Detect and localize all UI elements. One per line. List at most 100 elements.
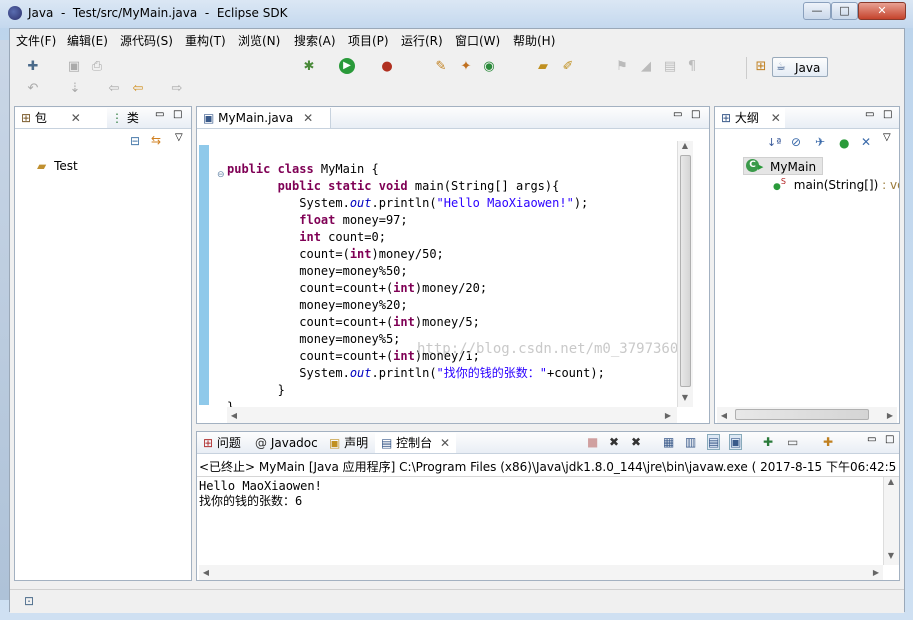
tab-problems[interactable]: ⊞ 问题 — [197, 433, 247, 453]
menu-refactor[interactable]: 重构(T) — [185, 32, 226, 49]
editor-vertical-scrollbar[interactable]: ▲ ▼ — [677, 141, 693, 407]
word-wrap-icon[interactable]: ▤ — [707, 434, 721, 450]
close-icon[interactable]: ✕ — [771, 111, 781, 125]
tab-outline[interactable]: ⊞ 大纲 ✕ — [715, 108, 785, 128]
editor-area: ▣ MyMain.java ✕ ▭ □ ⊖ public class MyMai… — [196, 106, 710, 424]
console-icon: ▤ — [381, 436, 393, 450]
tree-item-test[interactable]: ▰ Test — [37, 159, 78, 175]
close-icon[interactable]: ✕ — [440, 436, 450, 450]
scroll-lock-icon[interactable]: ▥ — [685, 435, 696, 449]
menu-window[interactable]: 窗口(W) — [455, 32, 500, 49]
hide-static-icon[interactable]: ✈ — [815, 135, 825, 149]
scroll-thumb[interactable] — [735, 409, 869, 420]
maximize-button[interactable]: □ — [831, 2, 858, 20]
menu-project[interactable]: 项目(P) — [348, 32, 389, 49]
menu-edit[interactable]: 编辑(E) — [67, 32, 108, 49]
last-edit-icon[interactable]: ⇦ — [105, 81, 123, 97]
scroll-left-icon: ◀ — [230, 411, 238, 420]
close-button[interactable]: ✕ — [858, 2, 906, 20]
annotation-icon[interactable]: ⚑ — [613, 59, 631, 75]
pilcrow-icon[interactable]: ¶ — [683, 59, 701, 75]
hide-nonpublic-icon[interactable]: ● — [839, 136, 849, 150]
minimize-icon[interactable]: ▭ — [155, 109, 164, 120]
scroll-thumb[interactable] — [680, 155, 691, 387]
maximize-icon[interactable]: □ — [885, 434, 894, 445]
new-icon[interactable]: ✚ — [24, 59, 42, 75]
menu-navigate[interactable]: 浏览(N) — [238, 32, 280, 49]
minimize-icon[interactable]: ▭ — [865, 109, 874, 120]
menu-source[interactable]: 源代码(S) — [120, 32, 173, 49]
tab-declaration[interactable]: ▣ 声明 — [323, 433, 374, 453]
highlight-icon[interactable]: ◢ — [637, 59, 655, 75]
tab-problems-label: 问题 — [216, 436, 241, 450]
terminate-icon[interactable]: ■ — [587, 435, 598, 449]
view-menu-icon[interactable]: ▽ — [883, 132, 891, 143]
menu-run[interactable]: 运行(R) — [401, 32, 443, 49]
run-external-icon[interactable]: ● — [378, 59, 396, 75]
menu-file[interactable]: 文件(F) — [16, 32, 56, 49]
close-icon[interactable]: ✕ — [71, 111, 81, 125]
remove-launch-icon[interactable]: ✖ — [609, 435, 619, 449]
search-icon[interactable]: ✐ — [559, 59, 577, 75]
collapse-all-icon[interactable]: ⊟ — [130, 134, 140, 148]
show-whitespace-icon[interactable]: ▤ — [661, 59, 679, 75]
run-icon[interactable]: ▶ — [339, 58, 355, 74]
eclipse-logo-icon — [8, 6, 22, 20]
java-perspective-icon: ☕ — [776, 60, 786, 73]
forward-arrow-icon[interactable]: ⇨ — [168, 81, 186, 97]
new-class-icon[interactable]: ✦ — [457, 59, 475, 75]
tab-console[interactable]: ▤ 控制台 ✕ — [375, 433, 457, 453]
editor-horizontal-scrollbar[interactable]: ◀ ▶ — [227, 407, 677, 423]
minimize-button[interactable]: — — [803, 2, 831, 20]
maximize-icon[interactable]: □ — [691, 109, 700, 120]
back-icon[interactable]: ↶ — [24, 81, 42, 97]
save-icon[interactable]: ▣ — [65, 59, 83, 75]
editor-gutter — [199, 145, 209, 405]
show-on-output-icon[interactable]: ▣ — [729, 434, 743, 450]
java-perspective-label: Java — [795, 61, 821, 75]
hide-local-types-icon[interactable]: ✕ — [861, 135, 871, 149]
open-console-icon[interactable]: ✚ — [823, 435, 833, 449]
view-menu-icon[interactable]: ▽ — [175, 132, 183, 143]
back-arrow-icon[interactable]: ⇦ — [129, 81, 147, 97]
tab-mymain-java[interactable]: ▣ MyMain.java ✕ — [197, 108, 331, 128]
java-perspective-button[interactable]: ☕ Java — [772, 57, 828, 77]
new-package-icon[interactable]: ✎ — [432, 59, 450, 75]
console-output-line: 找你的钱的张数：6 — [199, 494, 303, 508]
tab-class[interactable]: ⋮ 类 — [105, 108, 155, 128]
clear-console-icon[interactable]: ▦ — [663, 435, 674, 449]
problems-icon: ⊞ — [203, 436, 214, 450]
console-vertical-scrollbar[interactable]: ▲ ▼ — [883, 477, 899, 565]
close-icon[interactable]: ✕ — [303, 111, 313, 125]
pin-console-icon[interactable]: ✚ — [763, 435, 773, 449]
minimize-icon[interactable]: ▭ — [673, 109, 682, 120]
tab-javadoc[interactable]: @ Javadoc — [249, 433, 324, 453]
source-code[interactable]: public class MyMain { public static void… — [227, 161, 677, 414]
sort-icon[interactable]: ↓ª — [767, 136, 781, 149]
scroll-right-icon: ▶ — [886, 411, 894, 420]
link-editor-icon[interactable]: ⇆ — [151, 133, 161, 147]
minimize-icon[interactable]: ▭ — [867, 434, 876, 445]
next-annotation-icon[interactable]: ⇣ — [66, 81, 84, 97]
new-type-icon[interactable]: ◉ — [480, 59, 498, 75]
open-perspective-icon[interactable]: ⊞ — [752, 59, 770, 75]
console-horizontal-scrollbar[interactable]: ◀ ▶ — [199, 565, 883, 580]
outline-method-item[interactable]: ●S main(String[]) : vo — [773, 177, 899, 193]
project-folder-icon: ▰ — [37, 159, 47, 173]
remove-all-icon[interactable]: ✖ — [631, 435, 641, 449]
display-console-icon[interactable]: ▭ — [787, 435, 798, 449]
maximize-icon[interactable]: □ — [173, 109, 182, 120]
fast-view-icon[interactable]: ⊡ — [24, 594, 34, 608]
hide-fields-icon[interactable]: ⊘ — [791, 135, 801, 149]
outline-horizontal-scrollbar[interactable]: ◀ ▶ — [717, 407, 897, 423]
maximize-icon[interactable]: □ — [883, 109, 892, 120]
tab-package[interactable]: ⊞ 包 ✕ — [15, 108, 107, 128]
open-type-icon[interactable]: ▰ — [534, 59, 552, 75]
menu-help[interactable]: 帮助(H) — [513, 32, 555, 49]
debug-icon[interactable]: ✱ — [300, 59, 318, 75]
outline-class-item[interactable]: C ▶ MyMain — [743, 157, 823, 175]
fold-marker[interactable]: ⊖ — [217, 170, 225, 180]
print-icon[interactable]: ⎙ — [88, 59, 106, 75]
menu-search[interactable]: 搜索(A) — [294, 32, 336, 49]
console-output-line: Hello MaoXiaowen! — [199, 479, 322, 493]
